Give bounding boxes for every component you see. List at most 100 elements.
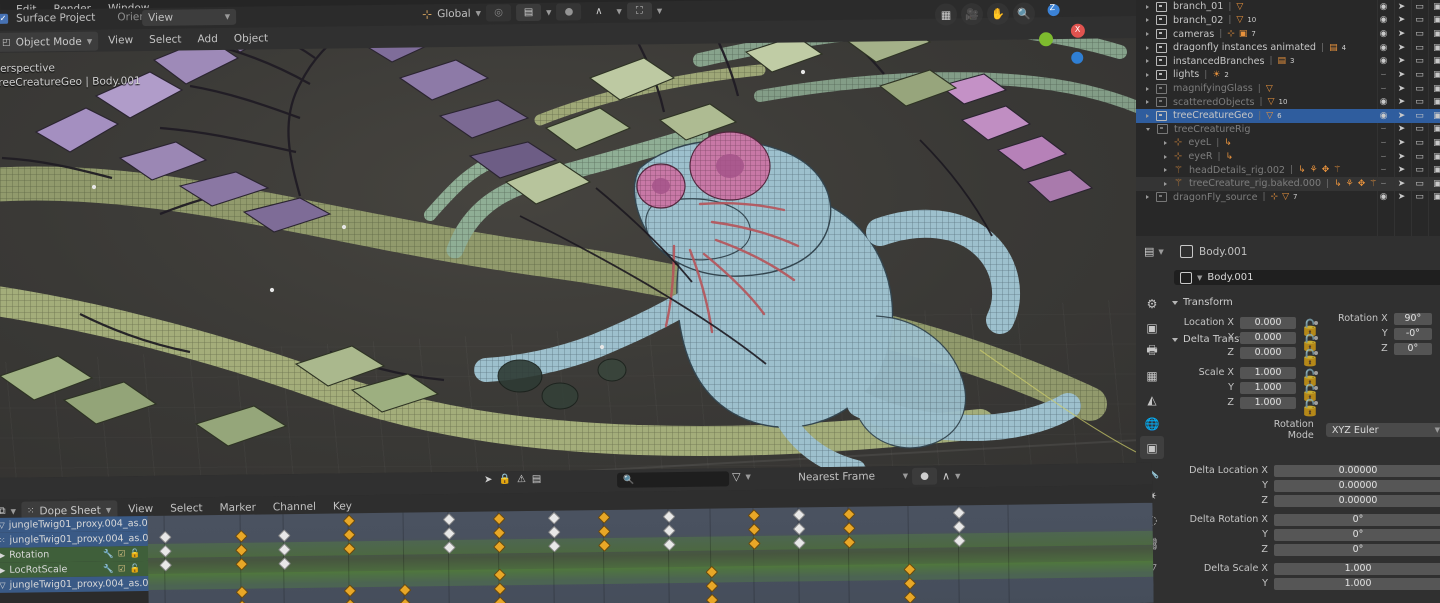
properties-world-tab[interactable]: 🌐 bbox=[1140, 412, 1164, 435]
properties-object-tab[interactable]: ▣ bbox=[1140, 436, 1164, 459]
eye-icon[interactable]: ⌣ bbox=[1378, 165, 1389, 175]
lock-icon-scale-z[interactable]: 🔓 bbox=[1300, 398, 1320, 417]
dope-sheet-editor[interactable]: 🔍 ▽ ▼ Nearest Frame ▼ ● ∧ ▼ ➤ 🔒 ⚠ ▤ ⧉ ▼ … bbox=[0, 462, 1154, 603]
pose-data-icon[interactable]: ⚘ bbox=[1310, 165, 1318, 175]
cursor-select-icon[interactable]: ➤ bbox=[1396, 2, 1407, 12]
mesh-data-icon[interactable]: ▽ bbox=[1266, 111, 1273, 121]
pose-data-icon[interactable]: ⚘ bbox=[1346, 179, 1354, 189]
keyframe-diamond[interactable] bbox=[493, 596, 507, 603]
properties-render-tab[interactable]: ▣ bbox=[1140, 316, 1164, 339]
eye-icon[interactable]: ⌣ bbox=[1378, 138, 1389, 148]
filter-funnel-icon[interactable]: ▽ bbox=[732, 470, 741, 483]
lock-icon-loc-x[interactable]: 🔓 bbox=[1300, 318, 1320, 337]
disclosure-triangle-icon[interactable] bbox=[1146, 127, 1150, 131]
lock-icon-rot-z[interactable]: 🔓 bbox=[1436, 344, 1440, 363]
keyframe-diamond[interactable] bbox=[952, 506, 965, 520]
grid-icon[interactable]: ▦ bbox=[934, 3, 958, 26]
falloff-chevron[interactable]: ▼ bbox=[616, 7, 621, 15]
rotation-y-value[interactable]: -0° bbox=[1393, 327, 1432, 340]
disclosure-triangle-icon[interactable] bbox=[1146, 113, 1149, 118]
outliner-row[interactable]: lights | ☀ 2 ⌣ ➤ ▭ ▣ bbox=[1136, 68, 1440, 82]
screen-render-icon[interactable]: ▭ bbox=[1414, 84, 1425, 94]
chevron-down-icon-2[interactable]: ▼ bbox=[476, 9, 481, 17]
checkbox-icon[interactable]: ☑ bbox=[118, 564, 126, 574]
outliner-row-toggles[interactable]: ⌣ ➤ ▭ ▣ bbox=[1378, 82, 1440, 96]
delta-scale-x-value[interactable]: 1.000 bbox=[1274, 562, 1440, 575]
outliner-row-toggles[interactable]: ⌣ ➤ ▭ ▣ bbox=[1378, 123, 1440, 137]
delta-scale-x-row[interactable]: Delta Scale X 1.000 bbox=[1172, 562, 1440, 576]
gizmo-axis-y[interactable] bbox=[1038, 32, 1054, 47]
delta-location-z-value[interactable]: 0.00000 bbox=[1274, 494, 1440, 507]
rotation-mode-row[interactable]: Rotation Mode XYZ Euler ▼ bbox=[1246, 419, 1440, 441]
camera-render-icon[interactable]: ▣ bbox=[1432, 179, 1440, 189]
delta-location-x-value[interactable]: 0.00000 bbox=[1274, 464, 1440, 477]
keyframe-diamond[interactable] bbox=[234, 557, 248, 571]
cursor-select-icon[interactable]: ➤ bbox=[1396, 165, 1407, 175]
disclosure-triangle-icon[interactable] bbox=[1146, 100, 1149, 105]
gizmo-toggle-button[interactable]: ⛶ bbox=[626, 2, 652, 20]
keyframe-diamond[interactable] bbox=[342, 528, 356, 542]
disclosure-triangle-icon[interactable] bbox=[1146, 45, 1149, 50]
disclosure-triangle-icon[interactable] bbox=[1146, 72, 1149, 77]
properties-tool-tab[interactable]: ⚙ bbox=[1140, 292, 1164, 315]
cursor-select-icon[interactable]: ➤ bbox=[1396, 97, 1407, 107]
editor-type-chevron-dope[interactable]: ▼ bbox=[11, 507, 16, 515]
cursor-select-icon[interactable]: ➤ bbox=[1396, 29, 1407, 39]
delta-location-z-row[interactable]: Z 0.00000 bbox=[1172, 494, 1440, 508]
outliner-row[interactable]: ⊹ eyeL | ↳ ⌣ ➤ ▭ ▣ bbox=[1136, 136, 1440, 150]
lock-icon-loc-y[interactable]: 🔓 bbox=[1300, 333, 1320, 352]
keyframe-diamond[interactable] bbox=[705, 593, 719, 603]
outliner-row[interactable]: dragonfly instances animated | ▤ 4 ◉ ➤ ▭ ▣ bbox=[1136, 41, 1440, 55]
eye-icon[interactable]: ◉ bbox=[1378, 192, 1389, 202]
delta-rotation-x-row[interactable]: Delta Rotation X 0° bbox=[1172, 513, 1440, 527]
camera-render-icon[interactable]: ▣ bbox=[1432, 56, 1440, 66]
screen-render-icon[interactable]: ▭ bbox=[1414, 2, 1425, 12]
rotation-mode-dropdown[interactable]: XYZ Euler ▼ bbox=[1325, 423, 1440, 437]
outliner-row[interactable]: dragonFly_source | ⊹ ▽ 7 ◉ ➤ ▭ ▣ bbox=[1136, 191, 1440, 205]
outliner-row[interactable]: branch_02 | ▽ 10 ◉ ➤ ▭ ▣ bbox=[1136, 14, 1440, 28]
cursor-select-icon[interactable]: ➤ bbox=[1396, 152, 1407, 162]
keyframe-diamond[interactable] bbox=[277, 529, 291, 543]
keyframe-diamond[interactable] bbox=[277, 557, 291, 571]
camera-render-icon[interactable]: ▣ bbox=[1432, 29, 1440, 39]
disclosure-triangle-icon[interactable] bbox=[1146, 86, 1149, 91]
transform-loc-scale-group[interactable]: Location X 0.000 🔓 Y 0.000 🔓 Z 0.000 🔓 S… bbox=[1172, 316, 1332, 417]
eye-icon[interactable]: ◉ bbox=[1378, 56, 1389, 66]
channel-type-icon[interactable]: ▽ bbox=[0, 521, 5, 530]
keyframe-diamond[interactable] bbox=[747, 523, 761, 536]
rotation-x-row[interactable]: Rotation X 90° 🔓 bbox=[1336, 312, 1440, 333]
dope-sheet-search-field[interactable]: 🔍 bbox=[616, 471, 730, 488]
dope-sheet-channel-tools[interactable]: 🔧 ☑ 🔓 bbox=[103, 548, 154, 559]
snap-chevron[interactable]: ▼ bbox=[903, 472, 908, 480]
animation-data-icon[interactable]: ↳ bbox=[1298, 165, 1306, 175]
keyframe-diamond[interactable] bbox=[398, 597, 412, 603]
scale-z-row[interactable]: Z 1.000 🔓 bbox=[1172, 396, 1332, 417]
scale-y-value[interactable]: 1.000 bbox=[1240, 381, 1296, 394]
screen-render-icon[interactable]: ▭ bbox=[1414, 43, 1425, 53]
eye-icon[interactable]: ◉ bbox=[1378, 29, 1389, 39]
disclosure-triangle-icon[interactable] bbox=[1146, 32, 1149, 37]
eye-icon[interactable]: ◉ bbox=[1378, 2, 1389, 12]
properties-editor-icon[interactable]: ▤ bbox=[1144, 245, 1154, 258]
screen-render-icon[interactable]: ▭ bbox=[1414, 111, 1425, 121]
delta-location-y-value[interactable]: 0.00000 bbox=[1274, 479, 1440, 492]
dope-sheet-channel-tools[interactable]: 🔧 ☑ 🔓 bbox=[103, 563, 154, 574]
properties-editor[interactable]: ▤ ▼ Body.001 ▼ Body.001 ⚙▣🖶▦◭🌐▣🔧✷◌⛓▽ Tra… bbox=[1136, 236, 1440, 603]
dope-sheet-keyframe-area[interactable] bbox=[147, 502, 1154, 603]
smooth-falloff-icon[interactable]: ∧ bbox=[942, 469, 950, 482]
falloff-button[interactable]: ∧ bbox=[586, 3, 611, 20]
orientation-dropdown[interactable]: View ▼ bbox=[142, 8, 237, 27]
animation-data-icon[interactable]: ↳ bbox=[1334, 179, 1342, 189]
outliner-row-toggles[interactable]: ◉ ➤ ▭ ▣ bbox=[1378, 27, 1440, 41]
dope-sheet-channel-row[interactable]: ▽ jungleTwig01_proxy.004_as.028 bbox=[0, 575, 155, 593]
outliner-row[interactable]: cameras | ⊹ ▣ 7 ◉ ➤ ▭ ▣ bbox=[1136, 27, 1440, 41]
outliner-editor[interactable]: branch_01 | ▽ ◉ ➤ ▭ ▣ branch_02 | ▽ 10 ◉ ➤ ▭ ▣ cameras |… bbox=[1136, 0, 1440, 236]
keyframe-diamond[interactable] bbox=[792, 508, 805, 522]
scale-x-row[interactable]: Scale X 1.000 🔓 bbox=[1172, 366, 1332, 387]
empty-data-icon[interactable]: ⊹ bbox=[1227, 29, 1235, 39]
screen-render-icon[interactable]: ▭ bbox=[1414, 15, 1425, 25]
cursor-select-icon[interactable]: ➤ bbox=[1396, 179, 1407, 189]
keyframe-diamond[interactable] bbox=[342, 514, 355, 528]
delta-location-x-row[interactable]: Delta Location X 0.00000 bbox=[1172, 464, 1440, 478]
lock-icon-scale-y[interactable]: 🔓 bbox=[1300, 383, 1320, 402]
